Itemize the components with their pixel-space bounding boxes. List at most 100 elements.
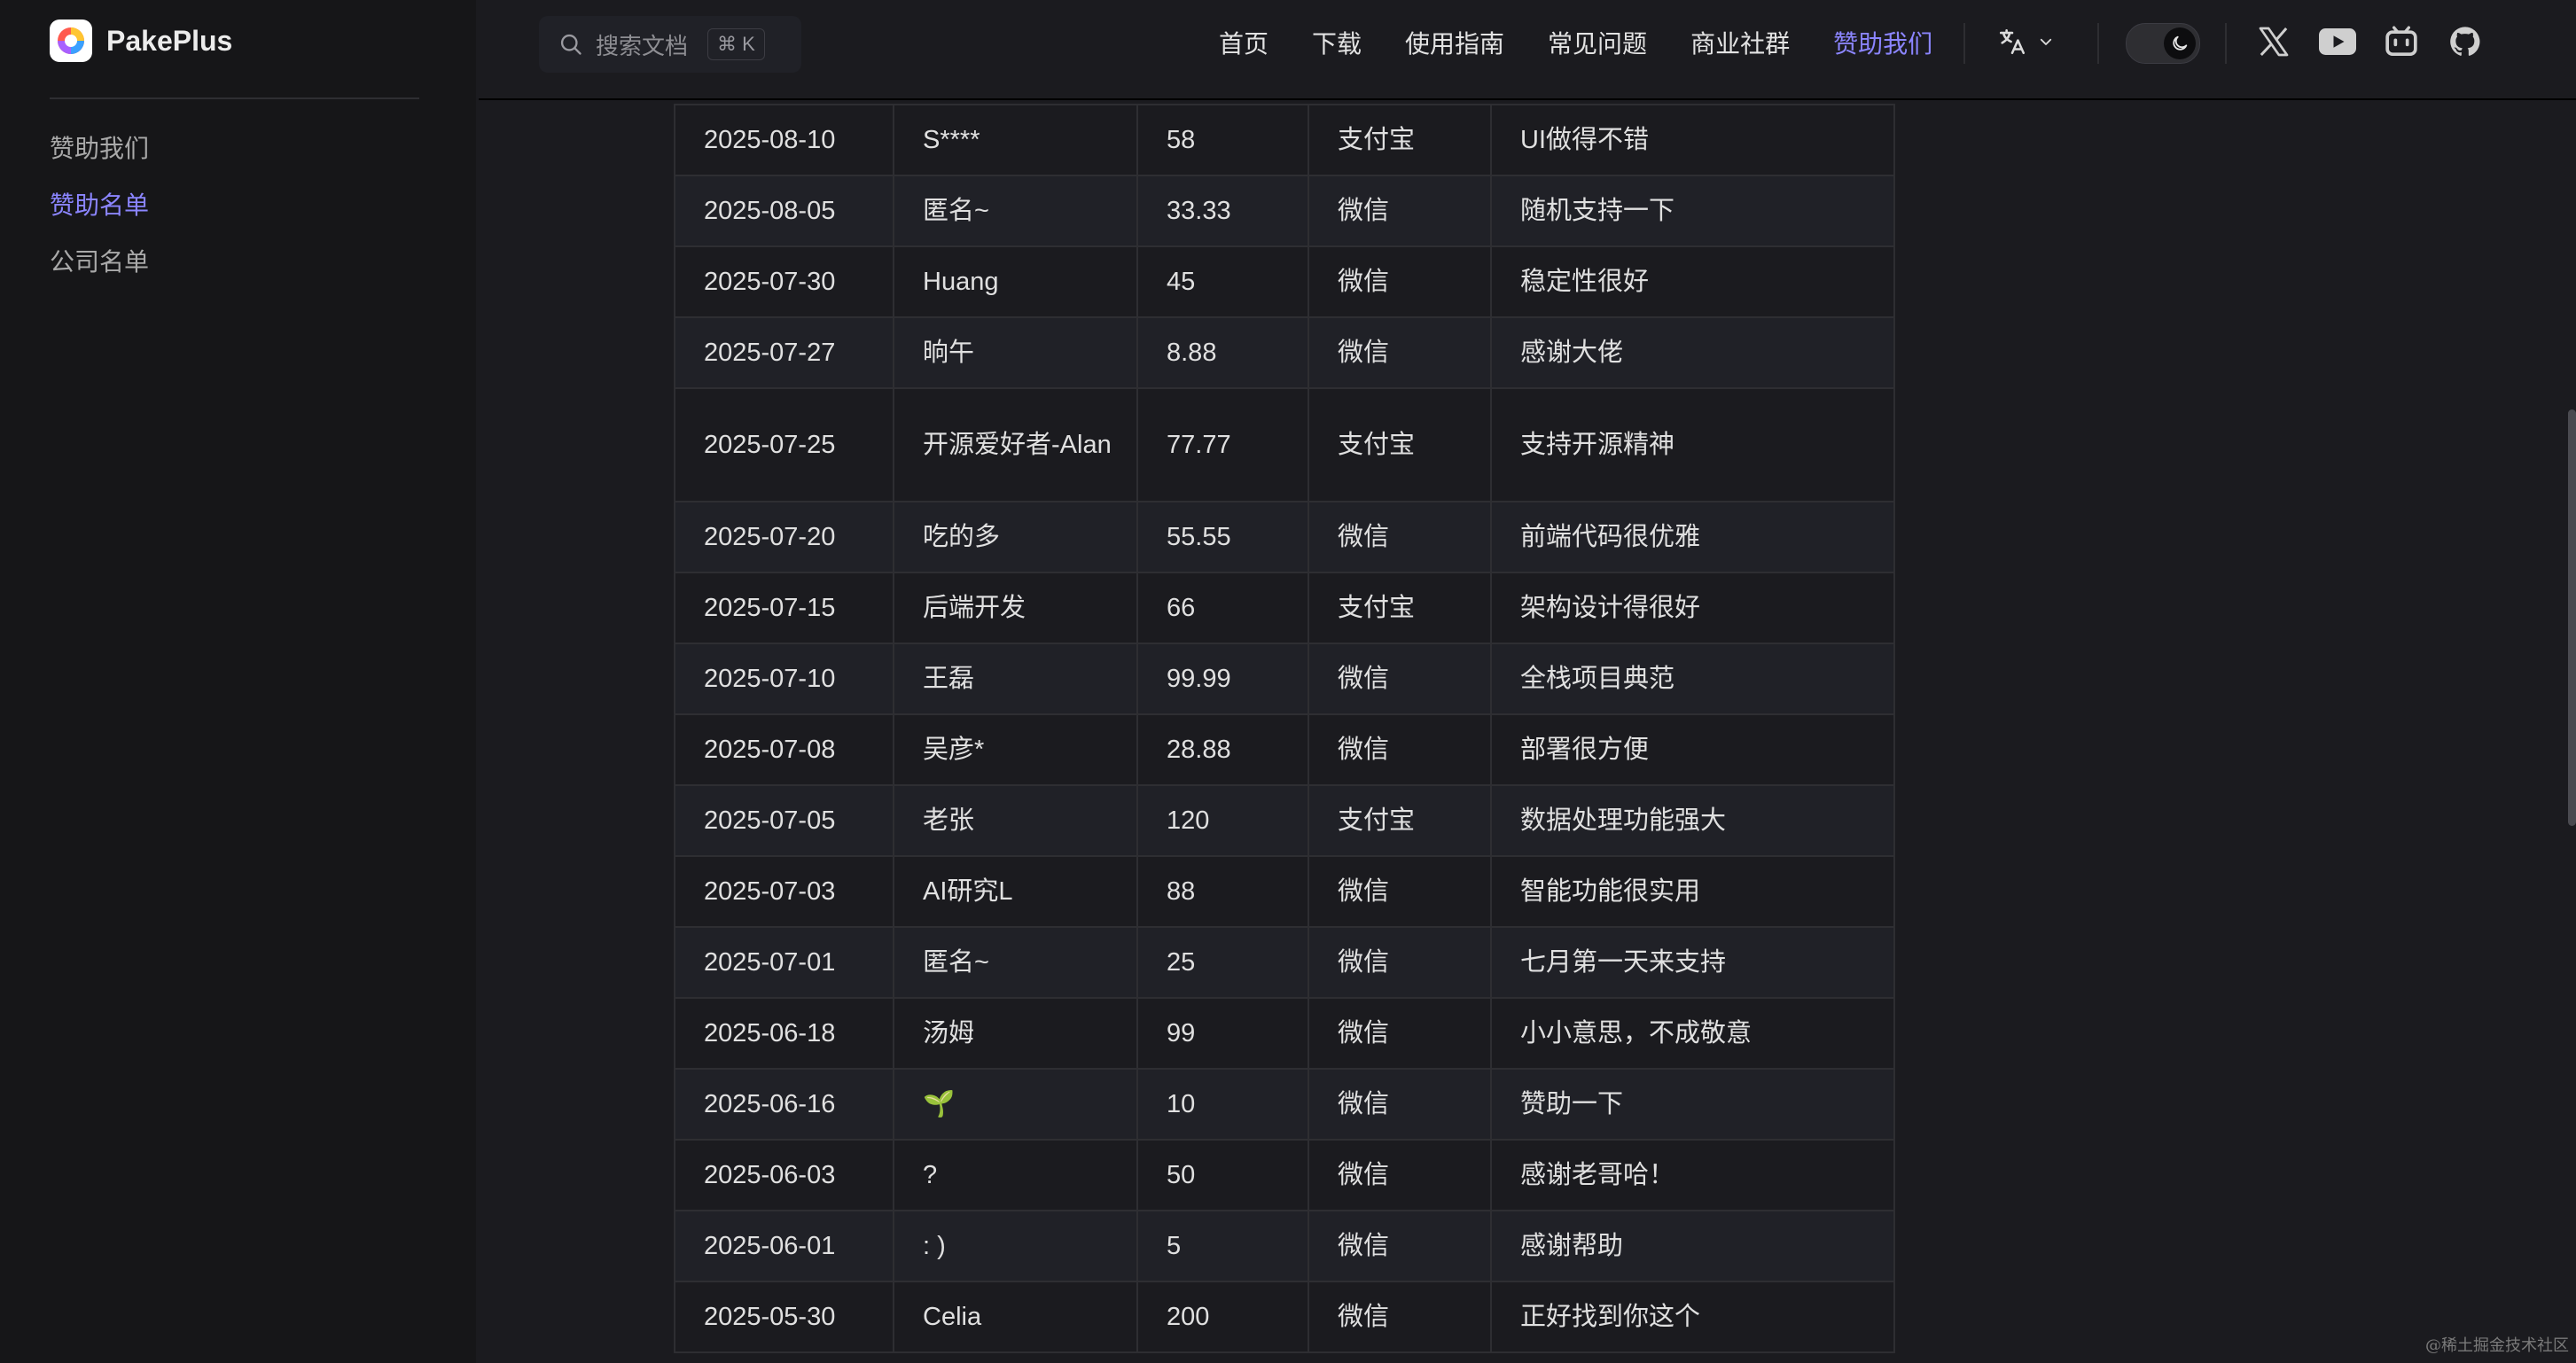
sidebar-item-sponsor-us[interactable]: 赞助我们 xyxy=(50,129,149,165)
message-cell: 部署很方便 xyxy=(1490,713,1895,786)
message-cell: 随机支持一下 xyxy=(1490,175,1895,247)
date-cell: 2025-06-18 xyxy=(674,997,894,1070)
x-link[interactable] xyxy=(2253,21,2294,62)
date-cell: 2025-07-25 xyxy=(674,387,894,502)
date-cell: 2025-07-08 xyxy=(674,713,894,786)
github-link[interactable] xyxy=(2445,21,2486,62)
top-nav-divider xyxy=(479,98,2576,100)
search-button[interactable]: 搜索文档 ⌘ K xyxy=(539,16,801,73)
payment-method-cell: 微信 xyxy=(1308,1210,1492,1282)
payment-method-cell: 微信 xyxy=(1308,855,1492,928)
chevron-down-icon xyxy=(2040,38,2052,45)
sponsor-table: 2025-08-10 S**** 58 支付宝 UI做得不错 2025-08-05 匿名~ 3… xyxy=(674,104,1895,1353)
message-cell: 稳定性很好 xyxy=(1490,245,1895,318)
table-row: 2025-08-10 S**** 58 支付宝 UI做得不错 xyxy=(674,104,1895,176)
sponsor-name-cell: Celia xyxy=(893,1281,1138,1353)
amount-cell: 88 xyxy=(1136,855,1309,928)
github-icon xyxy=(2450,27,2480,56)
search-icon xyxy=(560,34,582,55)
sidebar-divider xyxy=(50,97,419,99)
date-cell: 2025-07-01 xyxy=(674,926,894,999)
message-cell: 前端代码很优雅 xyxy=(1490,501,1895,573)
amount-cell: 5 xyxy=(1136,1210,1309,1282)
sidebar-item-sponsor-list[interactable]: 赞助名单 xyxy=(50,186,149,222)
search-placeholder: 搜索文档 xyxy=(596,32,689,59)
payment-method-cell: 支付宝 xyxy=(1308,784,1492,857)
translate-icon xyxy=(1999,28,2026,55)
payment-method-cell: 支付宝 xyxy=(1308,572,1492,644)
brand-logo-link[interactable]: PakePlus xyxy=(50,19,232,62)
payment-method-cell: 微信 xyxy=(1308,713,1492,786)
sponsor-name-cell: 吃的多 xyxy=(893,501,1138,573)
payment-method-cell: 支付宝 xyxy=(1308,387,1492,502)
youtube-link[interactable] xyxy=(2317,21,2358,62)
sponsor-name-cell: ? xyxy=(893,1139,1138,1211)
message-cell: 七月第一天来支持 xyxy=(1490,926,1895,999)
amount-cell: 45 xyxy=(1136,245,1309,318)
amount-cell: 77.77 xyxy=(1136,387,1309,502)
sponsor-name-cell: 匿名~ xyxy=(893,926,1138,999)
sponsor-name-cell: 老张 xyxy=(893,784,1138,857)
amount-cell: 99.99 xyxy=(1136,643,1309,715)
message-cell: 感谢大佬 xyxy=(1490,316,1895,389)
sponsor-name-cell: 晌午 xyxy=(893,316,1138,389)
amount-cell: 58 xyxy=(1136,104,1309,176)
nav-link-download[interactable]: 下载 xyxy=(1312,25,1362,60)
amount-cell: 120 xyxy=(1136,784,1309,857)
theme-toggle[interactable] xyxy=(2126,23,2200,64)
message-cell: 数据处理功能强大 xyxy=(1490,784,1895,857)
payment-method-cell: 微信 xyxy=(1308,1068,1492,1141)
nav-link-home[interactable]: 首页 xyxy=(1219,25,1268,60)
date-cell: 2025-05-30 xyxy=(674,1281,894,1353)
message-cell: 小小意思，不成敬意 xyxy=(1490,997,1895,1070)
sponsor-name-cell: S**** xyxy=(893,104,1138,176)
table-row: 2025-07-01 匿名~ 25 微信 七月第一天来支持 xyxy=(674,926,1895,999)
amount-cell: 200 xyxy=(1136,1281,1309,1353)
payment-method-cell: 微信 xyxy=(1308,316,1492,389)
date-cell: 2025-07-27 xyxy=(674,316,894,389)
sponsor-name-cell: 吴彦* xyxy=(893,713,1138,786)
table-row: 2025-06-01: ) 5 微信 感谢帮助 xyxy=(674,1210,1895,1282)
payment-method-cell: 微信 xyxy=(1308,245,1492,318)
x-icon xyxy=(2259,27,2289,57)
moon-icon xyxy=(2173,35,2188,51)
amount-cell: 25 xyxy=(1136,926,1309,999)
date-cell: 2025-06-16 xyxy=(674,1068,894,1141)
message-cell: 感谢帮助 xyxy=(1490,1210,1895,1282)
message-cell: 赞助一下 xyxy=(1490,1068,1895,1141)
bilibili-link[interactable] xyxy=(2381,21,2422,62)
nav-link-guide[interactable]: 使用指南 xyxy=(1405,25,1504,60)
theme-toggle-knob xyxy=(2164,27,2196,59)
date-cell: 2025-06-01 xyxy=(674,1210,894,1282)
sidebar-item-company-list[interactable]: 公司名单 xyxy=(50,243,149,278)
nav-links: 首页 下载 使用指南 常见问题 商业社群 赞助我们 xyxy=(1219,25,1932,60)
message-cell: UI做得不错 xyxy=(1490,104,1895,176)
sponsor-table-container: 2025-08-10 S**** 58 支付宝 UI做得不错 2025-08-05 匿名~ 3… xyxy=(674,104,1895,1353)
table-row: 2025-06-16 🌱 10 微信 赞助一下 xyxy=(674,1068,1895,1141)
amount-cell: 28.88 xyxy=(1136,713,1309,786)
payment-method-cell: 支付宝 xyxy=(1308,104,1492,176)
message-cell: 全栈项目典范 xyxy=(1490,643,1895,715)
table-row: 2025-07-25 开源爱好者-Alan 77.77 支付宝 支持开源精神 xyxy=(674,387,1895,502)
amount-cell: 8.88 xyxy=(1136,316,1309,389)
nav-link-faq[interactable]: 常见问题 xyxy=(1548,25,1647,60)
payment-method-cell: 微信 xyxy=(1308,997,1492,1070)
table-row: 2025-06-18 汤姆 99 微信 小小意思，不成敬意 xyxy=(674,997,1895,1070)
sponsor-name-cell: 匿名~ xyxy=(893,175,1138,247)
date-cell: 2025-07-20 xyxy=(674,501,894,573)
brand-name: PakePlus xyxy=(106,24,233,57)
message-cell: 感谢老哥哈！ xyxy=(1490,1139,1895,1211)
sidebar: PakePlus 赞助我们 赞助名单 公司名单 xyxy=(0,0,476,1363)
date-cell: 2025-08-05 xyxy=(674,175,894,247)
table-row: 2025-05-30 Celia 200 微信 正好找到你这个 xyxy=(674,1281,1895,1353)
nav-separator xyxy=(2225,23,2227,64)
table-row: 2025-07-10 王磊 99.99 微信 全栈项目典范 xyxy=(674,643,1895,715)
table-row: 2025-07-03 AI研究L 88 微信 智能功能很实用 xyxy=(674,855,1895,928)
table-row: 2025-07-20 吃的多 55.55 微信 前端代码很优雅 xyxy=(674,501,1895,573)
table-row: 2025-07-05 老张 120 支付宝 数据处理功能强大 xyxy=(674,784,1895,857)
sponsor-name-cell: 开源爱好者-Alan xyxy=(893,387,1138,502)
nav-link-community[interactable]: 商业社群 xyxy=(1690,25,1790,60)
nav-link-sponsor[interactable]: 赞助我们 xyxy=(1833,25,1932,60)
language-switcher[interactable] xyxy=(1997,27,2054,57)
page-scrollbar-thumb[interactable] xyxy=(2568,409,2576,826)
